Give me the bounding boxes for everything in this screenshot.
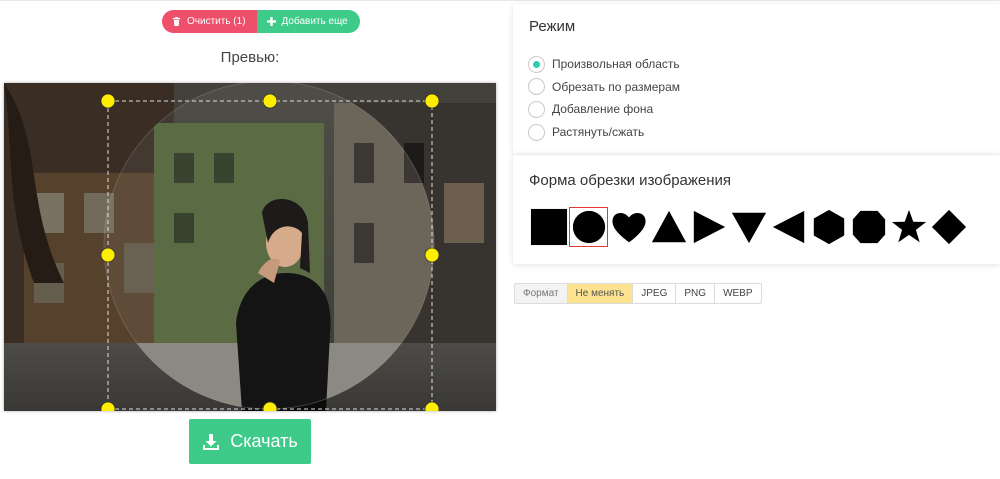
mode-title: Режим [529,18,576,35]
triangle-down-icon [731,212,766,244]
shape-triangle-down-option[interactable] [729,207,768,247]
shape-star-option[interactable] [889,207,928,247]
heart-icon [611,212,646,243]
crop-shape-title: Форма обрезки изображения [529,172,732,189]
radio-checked-icon[interactable] [528,55,545,73]
preview-image[interactable] [4,83,496,411]
crop-handle-top-right[interactable] [424,93,440,109]
download-icon [203,433,220,450]
mode-option-label: Обрезать по размерам [552,79,681,94]
format-option-keep[interactable]: Не менять [567,284,634,303]
top-divider [0,0,1000,1]
crop-shape-list [529,207,969,247]
triangle-left-icon [772,210,804,244]
shape-hexagon-option[interactable] [809,207,848,247]
triangle-up-icon [651,210,686,243]
mode-option-crop-by-size[interactable]: Обрезать по размерам [528,76,680,99]
mode-option-label: Произвольная область [552,57,680,72]
mode-options: Произвольная область Обрезать по размера… [528,53,680,143]
download-button[interactable]: Скачать [189,419,311,464]
preview-title: Превью: [220,49,280,66]
crop-handle-top-left[interactable] [100,93,116,109]
mode-option-label: Добавление фона [552,102,654,117]
octagon-icon [852,210,885,244]
triangle-right-icon [693,210,725,244]
crop-handle-top-center[interactable] [262,93,278,109]
trash-icon [172,17,181,26]
mode-panel: Режим Произвольная область Обрезать по р… [513,4,1000,154]
shape-square-option[interactable] [529,207,568,247]
mode-option-label: Растянуть/сжать [552,125,645,140]
crop-handle-middle-left[interactable] [100,247,116,263]
download-button-label: Скачать [230,431,298,451]
shape-triangle-right-option[interactable] [689,207,728,247]
square-icon [530,208,567,246]
star-icon [891,209,926,243]
crop-shape-panel: Форма обрезки изображения [513,154,1000,264]
mode-option-stretch[interactable]: Растянуть/сжать [528,121,680,144]
add-more-button-label: Добавить еще [281,16,348,27]
shape-octagon-option[interactable] [849,207,888,247]
circle-icon [572,210,605,244]
plus-icon [266,17,276,26]
radio-icon[interactable] [528,100,545,118]
image-actions: Очистить (1) Добавить еще [162,10,360,33]
format-option-jpeg[interactable]: JPEG [633,284,677,303]
hexagon-icon [813,209,844,245]
format-option-webp[interactable]: WEBP [715,284,760,303]
shape-circle-option[interactable] [569,207,608,247]
add-more-button[interactable]: Добавить еще [256,10,360,33]
mode-option-add-background[interactable]: Добавление фона [528,98,680,121]
format-selector: Формат Не менять JPEG PNG WEBP [514,283,762,304]
radio-icon[interactable] [528,78,545,96]
format-label: Формат [515,284,568,303]
shape-heart-option[interactable] [609,207,648,247]
clear-button[interactable]: Очистить (1) [162,10,257,33]
mode-option-free-area[interactable]: Произвольная область [528,53,680,76]
shape-triangle-up-option[interactable] [649,207,688,247]
radio-icon[interactable] [528,123,545,141]
format-option-png[interactable]: PNG [676,284,716,303]
shape-triangle-left-option[interactable] [769,207,808,247]
shape-rhombus-option[interactable] [929,207,968,247]
crop-handle-middle-right[interactable] [424,247,440,263]
rhombus-icon [931,209,966,245]
clear-button-label: Очистить (1) [187,16,246,27]
